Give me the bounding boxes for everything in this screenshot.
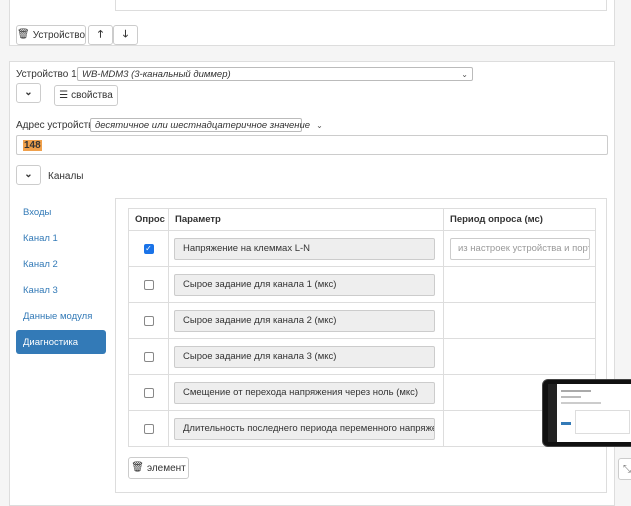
list-icon: ☰	[59, 89, 69, 101]
tab-channel-1[interactable]: Канал 1	[16, 226, 106, 250]
move-down-button[interactable]: 🡓	[113, 25, 138, 45]
address-format-value: десятичное или шестнадцатеричное значени…	[95, 119, 311, 131]
chevron-down-icon: ⌄	[24, 169, 33, 180]
screenshot-thumbnail[interactable]	[542, 379, 631, 447]
thumbnail-table	[575, 410, 630, 434]
column-header-parameter: Параметр	[168, 208, 444, 231]
column-header-period: Период опроса (мс)	[443, 208, 596, 231]
tab-inputs[interactable]: Входы	[16, 200, 106, 224]
period-cell	[443, 302, 596, 339]
device-title: Устройство 10	[16, 69, 83, 80]
table-row: Сырое задание для канала 1 (мкс)	[128, 266, 596, 303]
parameter-field: Длительность последнего периода переменн…	[174, 417, 435, 440]
table-row: Длительность последнего периода переменн…	[128, 410, 596, 447]
table-header-row: Опрос Параметр Период опроса (мс)	[128, 208, 596, 231]
device-delete-button[interactable]: 🗑 Устройство	[16, 25, 86, 45]
poll-checkbox[interactable]	[143, 423, 154, 434]
poll-checkbox[interactable]	[143, 279, 154, 290]
tab-label: Канал 3	[23, 284, 58, 296]
move-up-button[interactable]: 🡑	[88, 25, 113, 45]
resize-icon: ⤡	[623, 463, 631, 475]
chevron-down-icon: ⌄	[24, 87, 33, 98]
device-collapse-button[interactable]: ⌄	[16, 83, 41, 103]
arrow-up-icon: 🡑	[97, 29, 104, 40]
tab-module-data[interactable]: Данные модуля	[16, 304, 106, 328]
table-row: Смещение от перехода напряжения через но…	[128, 374, 596, 411]
channels-label: Каналы	[48, 171, 84, 182]
period-cell	[443, 266, 596, 303]
parameter-field: Смещение от перехода напряжения через но…	[174, 381, 435, 404]
poll-checkbox[interactable]	[143, 351, 154, 362]
poll-checkbox[interactable]	[143, 387, 154, 398]
tab-label: Данные модуля	[23, 310, 93, 322]
add-element-label: элемент	[146, 462, 186, 474]
thumbnail-line	[561, 396, 581, 398]
device-model-select[interactable]: WB-MDM3 (3-канальный диммер) ⌄	[77, 67, 473, 81]
thumbnail-line	[561, 390, 591, 392]
period-input[interactable]: из настроек устройства и порта	[450, 237, 590, 260]
parameters-table: Опрос Параметр Период опроса (мс) ✓ Напр…	[128, 208, 596, 447]
address-input[interactable]: 148	[16, 135, 608, 155]
trash-icon: 🗑	[131, 462, 144, 473]
thumbnail-tab	[561, 422, 571, 425]
tab-diagnostics[interactable]: Диагностика	[16, 330, 106, 354]
tab-channel-3[interactable]: Канал 3	[16, 278, 106, 302]
address-value: 148	[23, 139, 42, 151]
table-row: Сырое задание для канала 3 (мкс)	[128, 338, 596, 375]
thumbnail-line	[561, 402, 601, 404]
properties-button[interactable]: ☰ свойства	[54, 85, 118, 106]
poll-checkbox[interactable]	[143, 315, 154, 326]
parameter-field: Напряжение на клеммах L-N	[174, 237, 435, 260]
thumbnail-screen	[548, 384, 631, 442]
parameter-field: Сырое задание для канала 1 (мкс)	[174, 273, 435, 296]
scroll-corner-button[interactable]: ⤡	[618, 458, 631, 480]
address-label: Адрес устройства	[16, 120, 99, 131]
properties-label: свойства	[71, 90, 113, 101]
table-row: Сырое задание для канала 2 (мкс)	[128, 302, 596, 339]
column-header-poll: Опрос	[128, 208, 169, 231]
poll-checkbox[interactable]: ✓	[143, 243, 154, 254]
tab-label: Диагностика	[23, 336, 79, 348]
device-delete-label: Устройство	[32, 29, 86, 41]
parameter-field: Сырое задание для канала 2 (мкс)	[174, 309, 435, 332]
channels-collapse-button[interactable]: ⌄	[16, 165, 41, 185]
trash-icon: 🗑	[16, 29, 30, 40]
chevron-down-icon: ⌄	[461, 69, 468, 79]
table-row: ✓ Напряжение на клеммах L-N из настроек …	[128, 230, 596, 267]
device-model-value: WB-MDM3 (3-канальный диммер)	[82, 68, 231, 80]
chevron-down-icon: ⌄	[316, 120, 323, 130]
arrow-down-icon: 🡓	[122, 29, 129, 40]
address-format-select[interactable]: десятичное или шестнадцатеричное значени…	[90, 118, 323, 132]
thumbnail-sidebar	[548, 384, 557, 442]
tab-label: Канал 2	[23, 258, 58, 270]
tab-label: Входы	[23, 206, 52, 218]
parameter-field: Сырое задание для канала 3 (мкс)	[174, 345, 435, 368]
add-element-button[interactable]: 🗑 элемент	[128, 457, 189, 479]
tab-channel-2[interactable]: Канал 2	[16, 252, 106, 276]
tab-label: Канал 1	[23, 232, 58, 244]
previous-device-inner	[115, 0, 607, 11]
period-cell	[443, 338, 596, 375]
